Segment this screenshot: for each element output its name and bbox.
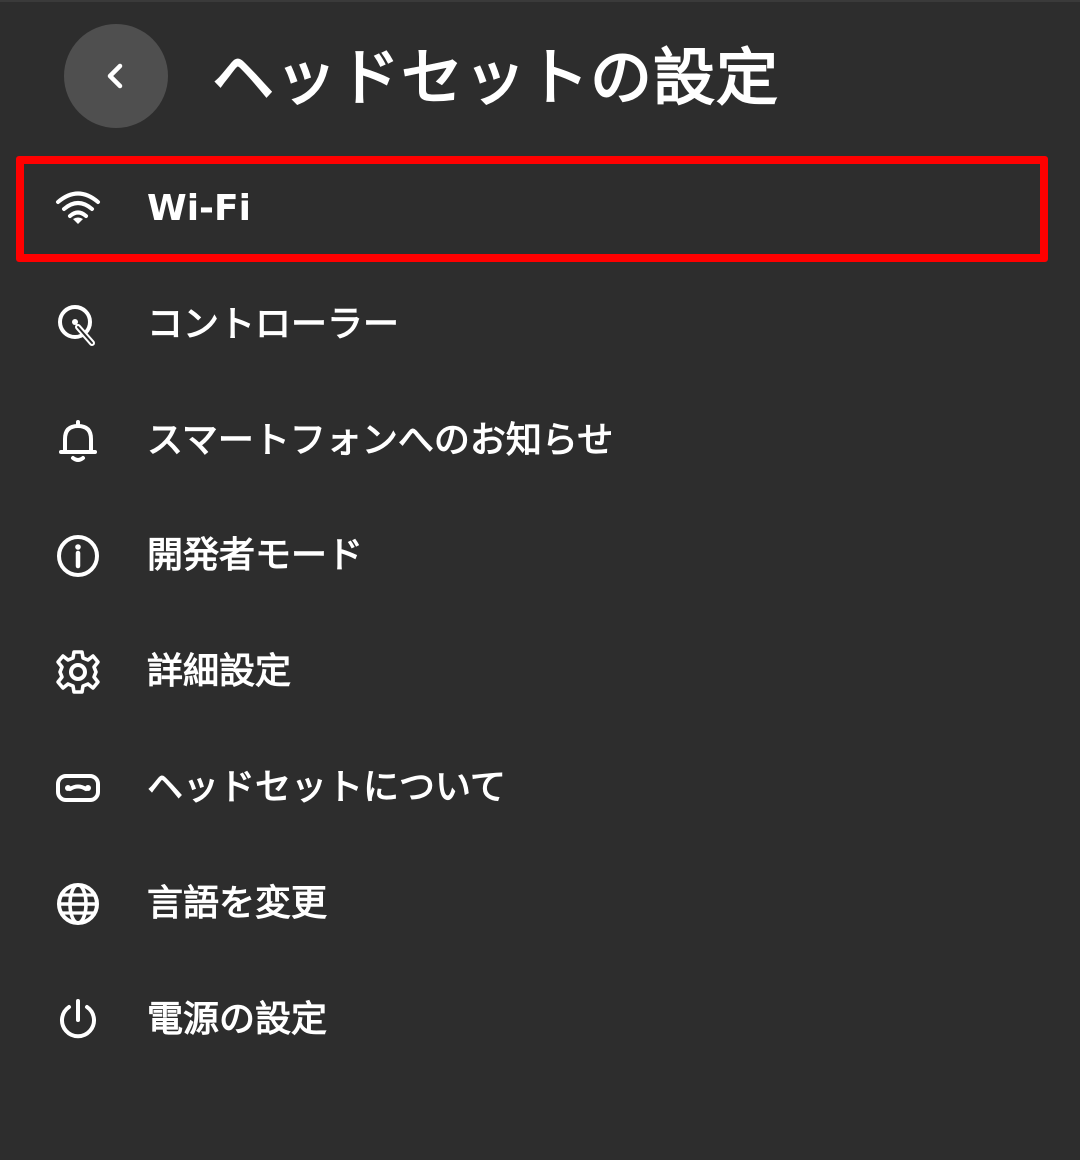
menu-item-label: スマートフォンへのお知らせ (147, 420, 614, 461)
menu-item-about-headset[interactable]: ヘッドセットについて (16, 735, 1048, 841)
menu-item-power-settings[interactable]: 電源の設定 (16, 967, 1048, 1073)
menu-item-label: 詳細設定 (147, 651, 292, 692)
globe-icon (54, 880, 102, 928)
menu-item-wifi[interactable]: Wi-Fi (16, 156, 1048, 262)
info-icon (54, 532, 102, 580)
menu-item-label: ヘッドセットについて (147, 767, 506, 808)
wifi-icon (54, 185, 102, 233)
menu-item-advanced-settings[interactable]: 詳細設定 (16, 619, 1048, 725)
menu-item-controller[interactable]: コントローラー (16, 272, 1048, 378)
menu-item-label: コントローラー (147, 304, 400, 345)
chevron-left-icon (96, 56, 136, 96)
controller-icon (54, 301, 102, 349)
menu-item-label: Wi-Fi (147, 188, 251, 229)
menu-item-developer-mode[interactable]: 開発者モード (16, 503, 1048, 609)
menu-item-label: 開発者モード (147, 535, 364, 576)
header: ヘッドセットの設定 (0, 0, 1080, 150)
bell-icon (54, 417, 102, 465)
back-button[interactable] (64, 24, 168, 128)
gear-icon (54, 648, 102, 696)
menu-item-notifications[interactable]: スマートフォンへのお知らせ (16, 388, 1048, 494)
menu-item-label: 電源の設定 (147, 999, 328, 1040)
headset-icon (54, 764, 102, 812)
menu-item-label: 言語を変更 (147, 883, 328, 924)
power-icon (54, 996, 102, 1044)
page-title: ヘッドセットの設定 (212, 41, 780, 114)
menu-item-change-language[interactable]: 言語を変更 (16, 851, 1048, 957)
